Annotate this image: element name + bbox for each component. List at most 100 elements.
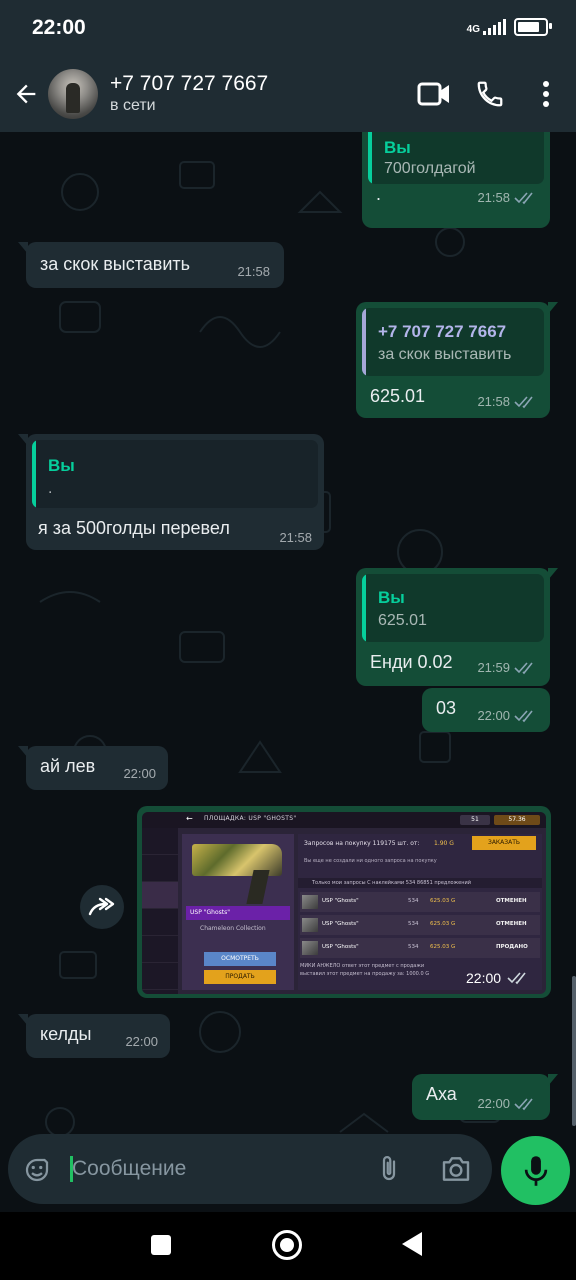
message-bubble[interactable]: ай лев 22:00 [18, 746, 168, 790]
chat-header: +7 707 727 7667 в сети [0, 56, 576, 132]
chat-area[interactable]: Вы 700голдагой . 21:58 за скок выставить… [0, 132, 576, 1212]
message-bubble[interactable]: Вы 625.01 Енди 0.02 21:59 [356, 568, 558, 686]
quote-author: Вы [378, 588, 405, 607]
nav-back-icon[interactable] [402, 1232, 422, 1256]
message-bubble[interactable]: 03 22:00 [422, 688, 550, 732]
message-text: я за 500голды перевел [38, 518, 230, 538]
market-tabs-text: Только мои запросы С наклейками 534 8685… [312, 880, 471, 886]
market-row: USP "Ghosts" 534 625.03 G ОТМЕНЕН [300, 892, 540, 912]
recent-apps-icon[interactable] [151, 1235, 171, 1255]
message-time: 21:59 [477, 660, 510, 675]
contact-info[interactable]: +7 707 727 7667 в сети [110, 72, 408, 116]
system-nav-bar [0, 1212, 576, 1280]
phone-icon[interactable] [464, 68, 516, 120]
message-bubble[interactable]: Вы 700голдагой . 21:58 [362, 132, 550, 228]
read-ticks-icon [514, 395, 533, 408]
game-topbar: ← ПЛОЩАДКА: USP "GHOSTS" 51 57.36 [142, 812, 546, 828]
market-footer-line: выставил этот предмет на продажу за: 100… [300, 971, 430, 977]
quoted-message[interactable]: Вы 625.01 [362, 574, 544, 642]
status-time: 22:00 [32, 16, 86, 39]
message-bubble[interactable]: Вы . я за 500голды перевел 21:58 [18, 434, 324, 550]
quote-text: за скок выставить [378, 346, 512, 363]
message-time: 22:00 [466, 970, 502, 986]
quote-author: +7 707 727 7667 [378, 322, 507, 341]
sell-button: ПРОДАТЬ [204, 970, 276, 984]
message-text: келды [40, 1024, 92, 1044]
quoted-message[interactable]: +7 707 727 7667 за скок выставить [362, 308, 544, 376]
market-tabs: Только мои запросы С наклейками 534 8685… [298, 878, 542, 888]
purchase-price: 1.90 G [434, 840, 454, 847]
gold-coins: 57.36 [494, 815, 540, 825]
message-input[interactable]: Сообщение [72, 1157, 186, 1181]
quote-text: 700голдагой [384, 160, 476, 177]
game-screenshot-image[interactable]: ← ПЛОЩАДКА: USP "GHOSTS" 51 57.36 USP "G… [142, 812, 546, 994]
image-meta: 22:00 [466, 970, 531, 986]
game-market-panel: Запросов на покупку 119175 шт. от: 1.90 … [298, 834, 542, 990]
forward-icon[interactable] [80, 885, 124, 929]
network-icon: 4G [467, 19, 506, 35]
home-icon[interactable] [272, 1230, 302, 1260]
quoted-message[interactable]: Вы 700голдагой [368, 132, 544, 184]
signal-icon [483, 19, 506, 35]
purchase-note: Вы еще не создали ни одного запроса на п… [304, 858, 437, 864]
quoted-message[interactable]: Вы . [32, 440, 318, 508]
message-time: 21:58 [477, 394, 510, 409]
message-text: ай лев [40, 756, 96, 776]
message-bubble[interactable]: келды 22:00 [18, 1014, 170, 1058]
message-bubble[interactable]: +7 707 727 7667 за скок выставить 625.01… [356, 302, 558, 418]
message-text: Енди 0.02 [370, 652, 453, 672]
contact-name: +7 707 727 7667 [110, 72, 269, 95]
camera-icon[interactable] [440, 1154, 472, 1189]
quote-text: . [48, 480, 53, 497]
emoji-icon[interactable] [22, 1155, 52, 1190]
item-name: USP "Ghosts" [186, 906, 290, 920]
read-ticks-icon [507, 972, 526, 985]
status-bar: 22:00 4G [0, 0, 576, 56]
contact-status: в сети [110, 97, 156, 114]
avatar[interactable] [48, 69, 98, 119]
message-time: 22:00 [125, 1034, 158, 1049]
message-text: 625.01 [370, 386, 426, 406]
game-title: ПЛОЩАДКА: USP "GHOSTS" [204, 815, 297, 822]
message-text: Аха [426, 1084, 457, 1104]
quote-author: Вы [384, 138, 411, 157]
back-arrow-icon: ← [186, 814, 193, 823]
market-footer-line: МИКИ АНЖЕЛО ответ этот предмет с продажи [300, 963, 425, 969]
quote-author: Вы [48, 456, 75, 475]
message-bubble[interactable]: Аха 22:00 [412, 1074, 558, 1120]
message-time: 22:00 [477, 708, 510, 723]
status-icons: 4G [467, 18, 552, 36]
message-time: 22:00 [477, 1096, 510, 1111]
message-text: за скок выставить [40, 254, 191, 274]
video-call-icon[interactable] [408, 68, 460, 120]
read-ticks-icon [514, 191, 533, 204]
message-composer[interactable]: Сообщение [8, 1134, 492, 1204]
message-bubble[interactable]: за скок выставить 21:58 [18, 242, 284, 288]
message-text: . [376, 184, 382, 204]
market-row: USP "Ghosts" 534 625.03 G ОТМЕНЕН [300, 915, 540, 935]
market-row: USP "Ghosts" 534 625.03 G ПРОДАНО [300, 938, 540, 958]
market-footer: МИКИ АНЖЕЛО ответ этот предмет с продажи… [300, 962, 429, 978]
network-label: 4G [466, 24, 480, 35]
scrollbar[interactable] [572, 976, 576, 1126]
read-ticks-icon [514, 661, 533, 674]
purchase-requests: Запросов на покупку 119175 шт. от: [304, 840, 420, 847]
game-sidebar [142, 828, 178, 994]
attach-icon[interactable] [374, 1153, 404, 1190]
collection-name: Chameleon Collection [200, 925, 266, 932]
battery-icon [514, 18, 552, 36]
message-time: 22:00 [123, 766, 156, 781]
game-item-panel: USP "Ghosts" Chameleon Collection ОСМОТР… [182, 834, 294, 990]
message-time: 21:58 [279, 530, 312, 545]
back-arrow-icon[interactable] [4, 72, 48, 116]
read-ticks-icon [514, 1097, 533, 1110]
message-time: 21:58 [477, 190, 510, 205]
more-vert-icon[interactable] [520, 68, 572, 120]
mic-icon[interactable] [501, 1136, 570, 1205]
quote-text: 625.01 [378, 612, 427, 629]
read-ticks-icon [514, 709, 533, 722]
inspect-button: ОСМОТРЕТЬ [204, 952, 276, 966]
message-time: 21:58 [237, 264, 270, 279]
order-button: ЗАКАЗАТЬ [472, 836, 536, 850]
silver-coins: 51 [460, 815, 490, 825]
